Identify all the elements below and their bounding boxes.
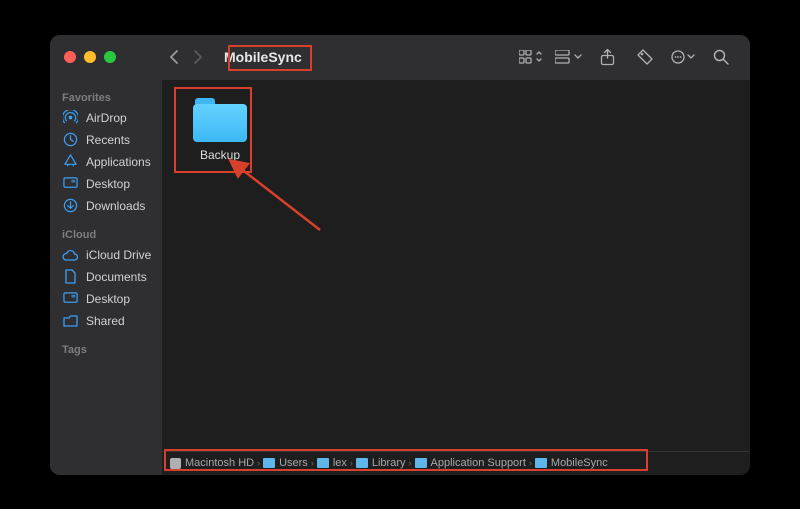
path-segment[interactable]: Application Support xyxy=(415,457,526,469)
icon-grid[interactable]: Backup xyxy=(162,80,750,451)
sidebar-item-applications[interactable]: Applications xyxy=(50,151,162,173)
sidebar-heading-tags: Tags xyxy=(50,338,162,359)
folder-icon xyxy=(193,98,247,142)
file-label: Backup xyxy=(200,148,240,162)
icloud-icon xyxy=(62,247,78,263)
sidebar: Favorites AirDrop Recents Applications xyxy=(50,80,162,475)
chevron-right-icon: › xyxy=(257,458,260,468)
sidebar-item-label: Desktop xyxy=(86,177,130,191)
sidebar-item-label: Downloads xyxy=(86,199,145,213)
folder-mini-icon xyxy=(535,458,547,468)
recents-icon xyxy=(62,132,78,148)
sidebar-item-shared[interactable]: Shared xyxy=(50,310,162,332)
sidebar-item-recents[interactable]: Recents xyxy=(50,129,162,151)
search-button[interactable] xyxy=(706,45,736,69)
group-button[interactable] xyxy=(554,45,584,69)
toolbar: MobileSync xyxy=(50,35,750,80)
sidebar-item-label: Desktop xyxy=(86,292,130,306)
sidebar-item-desktop-icloud[interactable]: Desktop xyxy=(50,288,162,310)
sidebar-item-documents[interactable]: Documents xyxy=(50,266,162,288)
finder-window: MobileSync xyxy=(50,35,750,475)
path-label: Macintosh HD xyxy=(185,457,254,469)
chevron-right-icon: › xyxy=(409,458,412,468)
folder-item-backup[interactable]: Backup xyxy=(180,98,260,162)
folder-mini-icon xyxy=(356,458,368,468)
path-segment[interactable]: MobileSync xyxy=(535,457,608,469)
chevron-right-icon: › xyxy=(311,458,314,468)
sidebar-item-label: Recents xyxy=(86,133,130,147)
content-area: Backup Macintosh HD › Users › lex xyxy=(162,80,750,475)
path-segment[interactable]: Users xyxy=(263,457,308,469)
hd-icon xyxy=(170,458,181,469)
sidebar-item-label: Documents xyxy=(86,270,147,284)
path-segment[interactable]: Library xyxy=(356,457,406,469)
path-segment[interactable]: Macintosh HD xyxy=(170,457,254,469)
folder-mini-icon xyxy=(317,458,329,468)
folder-mini-icon xyxy=(263,458,275,468)
documents-icon xyxy=(62,269,78,285)
sidebar-item-label: Shared xyxy=(86,314,125,328)
sidebar-item-downloads[interactable]: Downloads xyxy=(50,195,162,217)
path-label: Library xyxy=(372,457,406,469)
sidebar-item-icloud-drive[interactable]: iCloud Drive xyxy=(50,244,162,266)
sidebar-item-airdrop[interactable]: AirDrop xyxy=(50,107,162,129)
desktop-icon xyxy=(62,176,78,192)
chevron-right-icon: › xyxy=(529,458,532,468)
path-label: MobileSync xyxy=(551,457,608,469)
tags-button[interactable] xyxy=(630,45,660,69)
sidebar-item-label: Applications xyxy=(86,155,151,169)
forward-button[interactable] xyxy=(186,45,210,69)
path-label: lex xyxy=(333,457,347,469)
downloads-icon xyxy=(62,198,78,214)
sidebar-item-desktop[interactable]: Desktop xyxy=(50,173,162,195)
share-button[interactable] xyxy=(592,45,622,69)
close-window-button[interactable] xyxy=(64,51,76,63)
zoom-window-button[interactable] xyxy=(104,51,116,63)
window-title: MobileSync xyxy=(218,47,308,67)
folder-mini-icon xyxy=(415,458,427,468)
shared-icon xyxy=(62,313,78,329)
path-bar: Macintosh HD › Users › lex › Library › xyxy=(162,451,750,475)
traffic-lights xyxy=(50,51,162,63)
view-icons-button[interactable] xyxy=(516,45,546,69)
minimize-window-button[interactable] xyxy=(84,51,96,63)
path-label: Application Support xyxy=(431,457,526,469)
action-button[interactable] xyxy=(668,45,698,69)
sidebar-item-label: AirDrop xyxy=(86,111,127,125)
applications-icon xyxy=(62,154,78,170)
airdrop-icon xyxy=(62,110,78,126)
sidebar-heading-icloud: iCloud xyxy=(50,223,162,244)
back-button[interactable] xyxy=(162,45,186,69)
chevron-right-icon: › xyxy=(350,458,353,468)
sidebar-heading-favorites: Favorites xyxy=(50,86,162,107)
path-segment[interactable]: lex xyxy=(317,457,347,469)
desktop-icon xyxy=(62,291,78,307)
sidebar-item-label: iCloud Drive xyxy=(86,248,151,262)
path-label: Users xyxy=(279,457,308,469)
